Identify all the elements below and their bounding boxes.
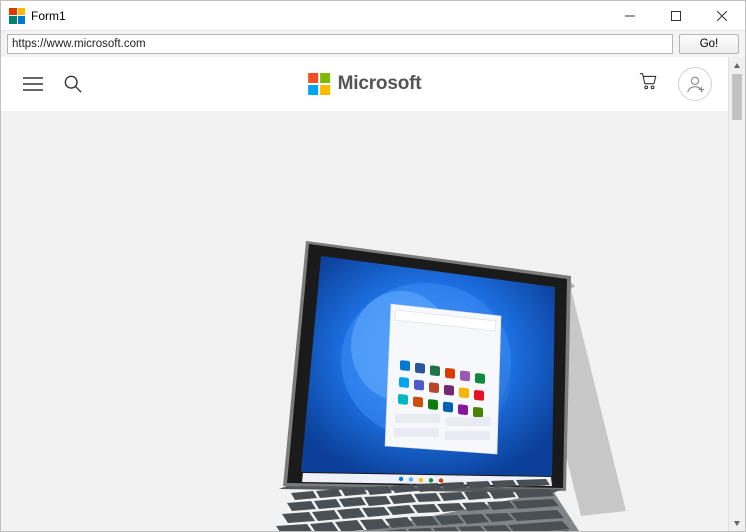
scroll-thumb[interactable]	[732, 74, 742, 120]
cart-icon[interactable]	[638, 71, 658, 96]
window-title: Form1	[31, 9, 66, 23]
site-header: Microsoft	[1, 57, 728, 111]
minimize-button[interactable]	[607, 1, 653, 31]
window-controls	[607, 1, 745, 31]
vertical-scrollbar[interactable]	[728, 57, 745, 531]
microsoft-logo[interactable]: Microsoft	[308, 73, 422, 95]
header-actions	[638, 67, 712, 101]
microsoft-logo-text: Microsoft	[338, 73, 422, 95]
app-window: Form1 Go!	[0, 0, 746, 532]
scroll-track[interactable]	[729, 120, 745, 514]
address-input[interactable]	[7, 34, 673, 54]
scroll-up-arrow-icon[interactable]	[729, 57, 745, 74]
menu-icon[interactable]	[21, 72, 45, 96]
search-icon[interactable]	[61, 72, 85, 96]
maximize-button[interactable]	[653, 1, 699, 31]
address-bar-row: Go!	[1, 31, 745, 57]
microsoft-logo-icon	[308, 73, 330, 95]
titlebar: Form1	[1, 1, 745, 31]
webview[interactable]: Microsoft	[1, 57, 728, 531]
app-icon	[9, 8, 25, 24]
close-button[interactable]	[699, 1, 745, 31]
surface-device-image	[171, 186, 641, 531]
go-button[interactable]: Go!	[679, 34, 739, 54]
account-icon[interactable]	[678, 67, 712, 101]
hero-area	[1, 111, 728, 531]
scroll-down-arrow-icon[interactable]	[729, 514, 745, 531]
browser-area: Microsoft	[1, 57, 745, 531]
